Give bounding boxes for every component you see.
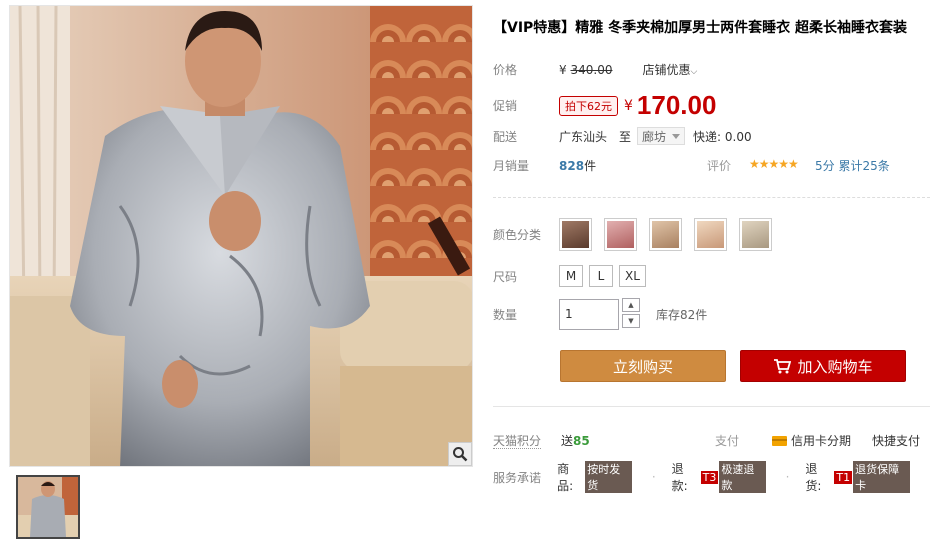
increase-button[interactable]: ▲: [622, 298, 640, 312]
original-price: ¥ 340.00: [559, 63, 612, 77]
size-row: 尺码 M L XL: [493, 265, 652, 287]
shipping-origin: 广东汕头: [559, 129, 608, 144]
price-label: 价格: [493, 63, 518, 77]
points-value: 送85: [561, 432, 590, 449]
points-label-wrap[interactable]: 天猫积分: [493, 432, 542, 449]
service-tag: 退货保障卡: [853, 461, 911, 493]
quick-pay-link[interactable]: 快捷支付: [872, 432, 920, 449]
decrease-button[interactable]: ▼: [622, 314, 640, 328]
shipping-to: 至: [619, 129, 632, 144]
stock-count: 库存82件: [656, 307, 708, 322]
add-to-cart-button[interactable]: 加入购物车: [740, 350, 906, 382]
color-label: 颜色分类: [493, 228, 542, 242]
service-row: 服务承诺 商品: 按时发货 · 退款: T3 极速退款 · 退货: T1 退货保…: [493, 460, 930, 494]
product-photo: [10, 6, 472, 466]
original-price-value: 340.00: [570, 62, 613, 77]
chevron-down-icon: ▼: [628, 317, 634, 325]
buy-now-button[interactable]: 立刻购买: [560, 350, 726, 382]
color-swatch[interactable]: [739, 218, 772, 251]
promo-badge: 拍下62元: [559, 95, 618, 116]
price-row: 价格 ¥ 340.00 店铺优惠⌵: [493, 61, 697, 78]
destination-select[interactable]: 廊坊: [637, 127, 686, 145]
quantity-row: 数量 ▲ ▼ 库存82件: [493, 298, 707, 330]
monthly-sales-label: 月销量: [493, 159, 530, 173]
service-name: 退货:: [805, 462, 822, 493]
service-item[interactable]: 退款: T3 极速退款: [672, 460, 766, 494]
chevron-up-icon: ▲: [628, 301, 634, 309]
shipping-fee: 快递: 0.00: [693, 129, 752, 144]
rating-stars: ★★★★★: [749, 157, 799, 171]
tmall-points-label[interactable]: 天猫积分: [493, 434, 542, 449]
promo-price: 170.00: [636, 90, 717, 120]
chevron-down-icon: ⌵: [690, 67, 698, 77]
zoom-icon[interactable]: [448, 442, 472, 466]
size-option-xl[interactable]: XL: [619, 265, 646, 287]
color-swatch[interactable]: [694, 218, 727, 251]
monthly-sales-count: 828: [559, 158, 585, 173]
color-swatch[interactable]: [604, 218, 637, 251]
points-row: 天猫积分 送85: [493, 432, 590, 449]
service-label: 服务承诺: [493, 470, 542, 485]
promo-currency: ¥: [624, 97, 633, 114]
color-row: 颜色分类: [493, 218, 784, 251]
separator-dot: ·: [785, 470, 790, 484]
separator-dot: ·: [651, 470, 656, 484]
add-to-cart-label: 加入购物车: [797, 357, 873, 376]
service-item[interactable]: 商品: 按时发货: [557, 460, 632, 494]
promo-label: 促销: [493, 99, 518, 113]
credit-installment-label: 信用卡分期: [791, 434, 852, 448]
shop-promo-dropdown[interactable]: 店铺优惠⌵: [642, 61, 697, 78]
sales-row: 月销量 828 件: [493, 157, 596, 174]
credit-installment-link[interactable]: 信用卡分期: [772, 432, 851, 449]
quantity-label: 数量: [493, 307, 518, 322]
service-code: T3: [700, 470, 719, 484]
thumbnail-image[interactable]: [16, 475, 80, 539]
quantity-input[interactable]: [559, 298, 619, 330]
size-option-m[interactable]: M: [559, 265, 583, 287]
service-tag: 极速退款: [719, 461, 766, 493]
points-prefix: 送: [561, 434, 574, 448]
buy-now-label: 立刻购买: [612, 357, 673, 376]
currency-symbol: ¥: [559, 62, 567, 77]
color-swatch[interactable]: [649, 218, 682, 251]
divider: [493, 406, 930, 407]
shipping-row: 配送 广东汕头 至 廊坊 快递: 0.00: [493, 127, 752, 145]
product-title: 【VIP特惠】精雅 冬季夹棉加厚男士两件套睡衣 超柔长袖睡衣套装: [493, 20, 908, 36]
service-name: 商品:: [557, 462, 574, 493]
rating-score[interactable]: 5分 累计25条: [815, 157, 890, 174]
service-tag: 按时发货: [585, 461, 632, 493]
service-name: 退款:: [671, 462, 688, 493]
monthly-sales-unit: 件: [584, 159, 597, 173]
size-option-l[interactable]: L: [589, 265, 613, 287]
service-code: T1: [834, 470, 853, 484]
review-count-link[interactable]: 累计25条: [838, 159, 889, 173]
payment-label: 支付: [715, 434, 740, 448]
thumbnail-strip: [16, 475, 80, 539]
divider: [493, 197, 930, 198]
points-number: 85: [573, 434, 590, 448]
destination-value: 廊坊: [642, 129, 667, 144]
service-item[interactable]: 退货: T1 退货保障卡: [805, 460, 911, 494]
size-label: 尺码: [493, 269, 518, 284]
credit-card-icon: [772, 435, 787, 446]
color-swatch[interactable]: [559, 218, 592, 251]
cart-icon: [774, 359, 792, 374]
quantity-stepper: ▲ ▼: [622, 298, 640, 330]
dropdown-arrow-icon: [672, 133, 681, 139]
shop-promo-label: 店铺优惠: [642, 63, 691, 77]
promo-row: 促销 拍下62元 ¥ 170.00: [493, 90, 716, 121]
rating-score-value: 5分: [815, 159, 835, 173]
shipping-label: 配送: [493, 129, 518, 144]
main-product-image[interactable]: [9, 5, 473, 467]
rating-label: 评价: [707, 159, 732, 173]
